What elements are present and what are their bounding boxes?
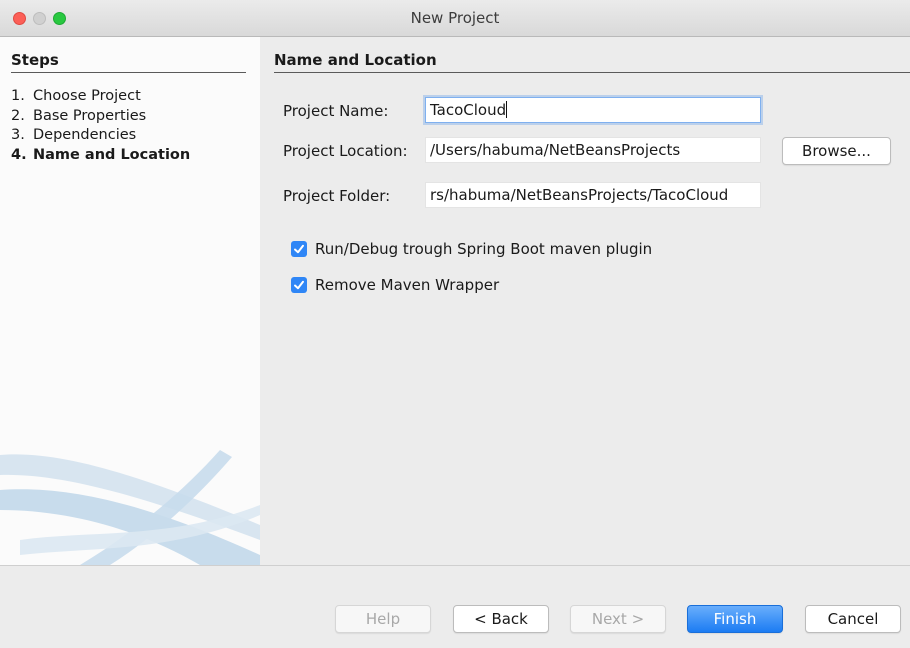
steps-list: 1. Choose Project 2. Base Properties 3. Dep… bbox=[11, 87, 190, 165]
run-debug-checkbox-label: Run/Debug trough Spring Boot maven plugi… bbox=[315, 240, 653, 258]
step-label: Choose Project bbox=[33, 88, 141, 104]
netbeans-swoosh-decoration bbox=[0, 450, 260, 565]
section-heading: Name and Location bbox=[274, 51, 910, 73]
button-bar: Help < Back Next > Finish Cancel bbox=[0, 565, 910, 648]
cancel-button[interactable]: Cancel bbox=[805, 605, 901, 633]
step-item-name-and-location: 4. Name and Location bbox=[11, 146, 191, 163]
help-button[interactable]: Help bbox=[335, 605, 431, 633]
remove-wrapper-checkbox[interactable] bbox=[291, 277, 307, 293]
finish-button[interactable]: Finish bbox=[687, 605, 783, 633]
project-folder-input[interactable]: rs/habuma/NetBeansProjects/TacoCloud bbox=[425, 182, 761, 208]
step-item-choose-project: 1. Choose Project bbox=[11, 88, 141, 104]
step-label: Dependencies bbox=[33, 127, 137, 143]
project-name-input[interactable]: TacoCloud bbox=[425, 97, 761, 123]
next-button[interactable]: Next > bbox=[570, 605, 666, 633]
step-label: Name and Location bbox=[33, 146, 191, 163]
main-panel: Name and Location Project Name: TacoClou… bbox=[260, 37, 910, 565]
project-folder-label: Project Folder: bbox=[283, 187, 391, 205]
project-location-input[interactable]: /Users/habuma/NetBeansProjects bbox=[425, 137, 761, 163]
step-label: Base Properties bbox=[33, 107, 147, 124]
project-location-label: Project Location: bbox=[283, 142, 408, 160]
run-debug-checkbox[interactable] bbox=[291, 241, 307, 257]
window-title: New Project bbox=[410, 9, 500, 27]
text-cursor bbox=[506, 101, 508, 118]
step-item-dependencies: 3. Dependencies bbox=[11, 127, 137, 143]
checkmark-icon bbox=[294, 280, 304, 290]
back-button[interactable]: < Back bbox=[453, 605, 549, 633]
steps-sidebar: Steps 1. Choose Project 2. Base Properties… bbox=[0, 37, 260, 565]
checkmark-icon bbox=[294, 244, 304, 254]
title-bar: New Project bbox=[0, 0, 910, 37]
project-name-label: Project Name: bbox=[283, 102, 389, 120]
step-item-base-properties: 2. Base Properties bbox=[11, 107, 147, 124]
remove-wrapper-checkbox-row[interactable]: Remove Maven Wrapper bbox=[291, 276, 499, 296]
steps-heading: Steps bbox=[11, 51, 246, 73]
browse-button[interactable]: Browse... bbox=[782, 137, 891, 165]
remove-wrapper-checkbox-label: Remove Maven Wrapper bbox=[315, 276, 500, 294]
run-debug-checkbox-row[interactable]: Run/Debug trough Spring Boot maven plugi… bbox=[291, 240, 652, 260]
